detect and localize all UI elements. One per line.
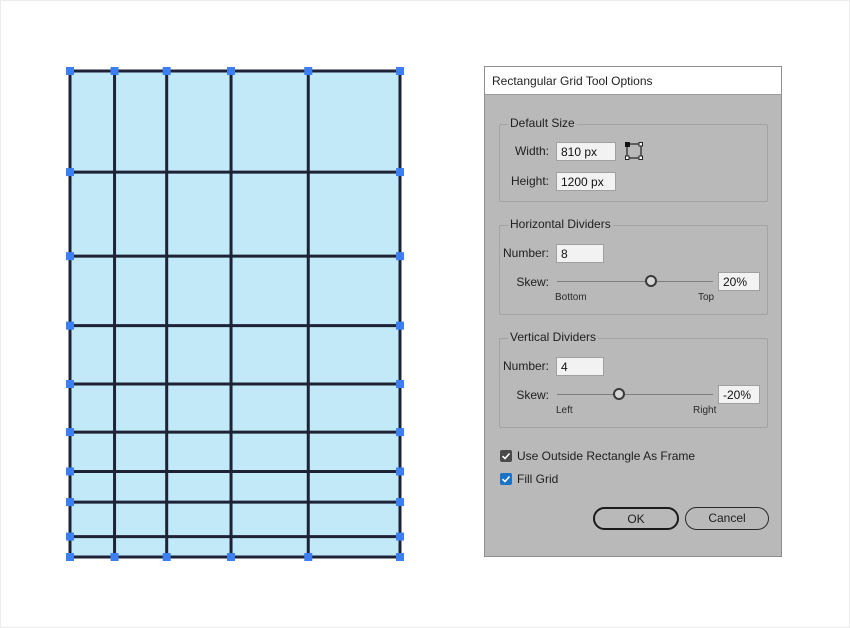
horizontal-skew-label: Skew: xyxy=(516,275,549,289)
cancel-button[interactable]: Cancel xyxy=(685,507,769,530)
anchor-handle[interactable] xyxy=(396,168,404,177)
rectangular-grid-artwork[interactable] xyxy=(62,63,408,565)
ok-button[interactable]: OK xyxy=(593,507,679,530)
anchor-handle[interactable] xyxy=(110,67,119,75)
anchor-handle[interactable] xyxy=(66,498,74,507)
vertical-skew-max-label: Right xyxy=(693,405,717,416)
rectangular-grid-tool-options-dialog: Rectangular Grid Tool Options Default Si… xyxy=(484,66,782,557)
anchor-handle[interactable] xyxy=(396,428,404,437)
height-input[interactable] xyxy=(556,172,616,191)
anchor-handle[interactable] xyxy=(227,553,236,561)
dialog-title: Rectangular Grid Tool Options xyxy=(485,67,781,95)
fill-grid-checkbox[interactable] xyxy=(500,473,512,485)
use-outside-rectangle-checkbox[interactable] xyxy=(500,450,512,462)
horizontal-dividers-group: Horizontal Dividers Number: Skew: Bottom… xyxy=(499,217,768,315)
vertical-dividers-title: Vertical Dividers xyxy=(508,330,599,344)
anchor-handle[interactable] xyxy=(396,321,404,330)
anchor-handle[interactable] xyxy=(396,498,404,507)
anchor-handle[interactable] xyxy=(396,553,404,561)
anchor-handle[interactable] xyxy=(66,553,74,561)
horizontal-skew-track[interactable] xyxy=(557,281,713,282)
anchor-handle[interactable] xyxy=(162,553,171,561)
anchor-handle[interactable] xyxy=(66,252,74,261)
vertical-skew-label: Skew: xyxy=(516,388,549,402)
vertical-skew-track[interactable] xyxy=(557,394,713,395)
horizontal-skew-max-label: Top xyxy=(698,292,715,303)
vertical-number-label: Number: xyxy=(502,359,549,373)
anchor-handle[interactable] xyxy=(66,379,74,388)
anchor-handle[interactable] xyxy=(396,532,404,541)
anchor-handle[interactable] xyxy=(66,168,74,177)
horizontal-number-label: Number: xyxy=(502,246,549,260)
vertical-skew-min-label: Left xyxy=(556,405,573,416)
horizontal-number-input[interactable] xyxy=(556,244,604,263)
horizontal-skew-input[interactable] xyxy=(718,272,760,291)
anchor-handle[interactable] xyxy=(66,428,74,437)
vertical-skew-thumb[interactable] xyxy=(613,388,626,400)
vertical-skew-input[interactable] xyxy=(718,385,760,404)
anchor-handle[interactable] xyxy=(304,67,313,75)
horizontal-dividers-title: Horizontal Dividers xyxy=(508,217,613,231)
default-size-title: Default Size xyxy=(508,116,577,130)
vertical-dividers-group: Vertical Dividers Number: Skew: Left Rig… xyxy=(499,330,768,428)
anchor-handle[interactable] xyxy=(66,321,74,330)
checkmark-icon xyxy=(501,452,511,460)
anchor-handle[interactable] xyxy=(396,67,404,75)
horizontal-skew-thumb[interactable] xyxy=(644,275,657,287)
anchor-handle[interactable] xyxy=(66,532,74,541)
anchor-handle[interactable] xyxy=(396,379,404,388)
grid-fill xyxy=(70,71,400,557)
anchor-handle[interactable] xyxy=(162,67,171,75)
anchor-handle[interactable] xyxy=(227,67,236,75)
anchor-handle[interactable] xyxy=(66,67,74,75)
width-label: Width: xyxy=(514,144,549,158)
anchor-handle[interactable] xyxy=(304,553,313,561)
checkmark-icon xyxy=(501,475,511,483)
anchor-handle[interactable] xyxy=(110,553,119,561)
use-outside-rectangle-label[interactable]: Use Outside Rectangle As Frame xyxy=(517,449,695,463)
horizontal-skew-min-label: Bottom xyxy=(555,292,587,303)
anchor-handle[interactable] xyxy=(396,252,404,261)
default-size-group: Default Size Width: Height: xyxy=(499,116,768,202)
vertical-number-input[interactable] xyxy=(556,357,604,376)
reference-point-icon[interactable] xyxy=(624,141,644,161)
anchor-handle[interactable] xyxy=(66,467,74,476)
anchor-handle[interactable] xyxy=(396,467,404,476)
height-label: Height: xyxy=(510,174,549,188)
width-input[interactable] xyxy=(556,142,616,161)
fill-grid-label[interactable]: Fill Grid xyxy=(517,472,558,486)
